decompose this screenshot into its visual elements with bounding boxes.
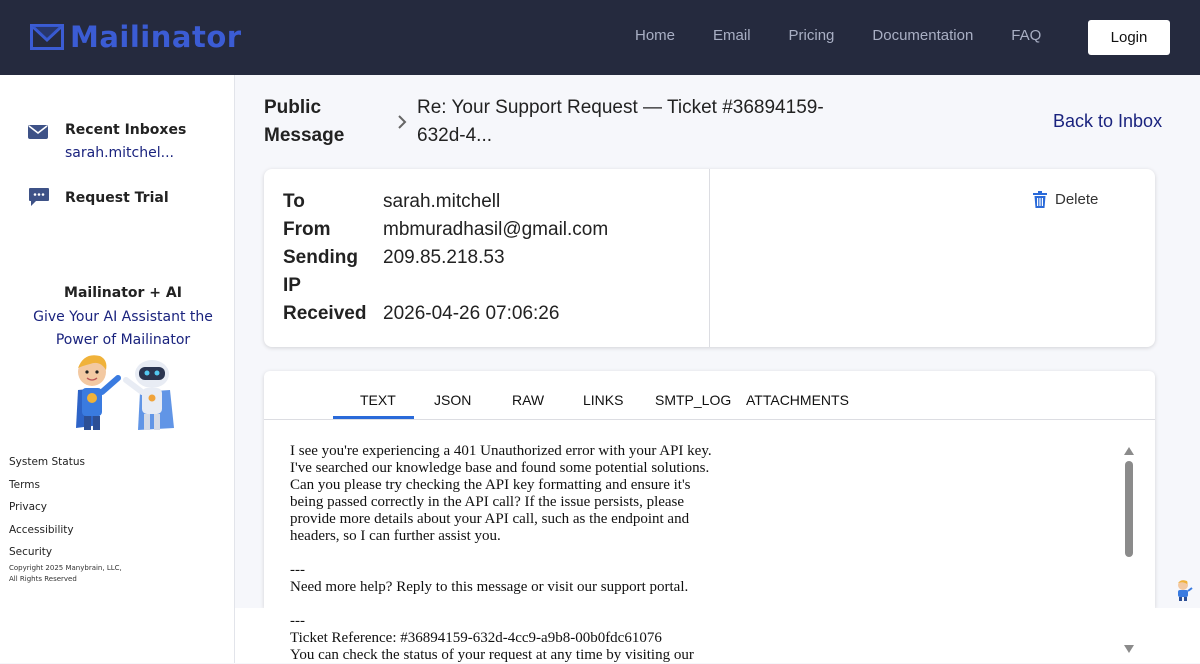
back-to-inbox-link[interactable]: Back to Inbox — [1053, 111, 1162, 132]
copyright-text: Copyright 2025 Manybrain, LLC, All Right… — [9, 563, 122, 585]
copyright-line-2: All Rights Reserved — [9, 574, 77, 583]
ai-promo: Mailinator + AI Give Your AI Assistant t… — [18, 285, 228, 352]
message-body: I see you're experiencing a 401 Unauthor… — [290, 443, 730, 664]
scroll-up-arrow-icon[interactable] — [1124, 447, 1134, 455]
subject-line-2: 632d-4... — [417, 125, 492, 146]
brand-name: Mailinator — [70, 20, 242, 54]
main-nav: Home Email Pricing Documentation FAQ — [616, 27, 1060, 44]
footer-system-status[interactable]: System Status — [9, 456, 122, 479]
meta-ip-value: 209.85.218.53 — [383, 247, 505, 268]
meta-received-row: Received 2026-04-26 07:06:26 — [283, 300, 608, 328]
scrollbar-thumb[interactable] — [1125, 461, 1133, 557]
active-tab-indicator — [333, 416, 414, 419]
nav-faq[interactable]: FAQ — [1011, 27, 1041, 44]
breadcrumb-line-2: Message — [264, 125, 345, 146]
meta-ip-label: Sending IP — [283, 244, 383, 300]
message-meta: To sarah.mitchell From mbmuradhasil@gmai… — [283, 188, 608, 328]
body-line: Can you please try checking the API key … — [290, 477, 691, 493]
nav-documentation[interactable]: Documentation — [872, 27, 973, 44]
body-line: You can check the status of your request… — [290, 647, 694, 663]
meta-received-value: 2026-04-26 07:06:26 — [383, 303, 560, 324]
body-line: I see you're experiencing a 401 Unauthor… — [290, 443, 712, 459]
ai-promo-title: Mailinator + AI — [64, 285, 182, 301]
delete-button[interactable]: Delete — [1033, 191, 1098, 208]
meta-ip-label-2: IP — [283, 275, 301, 296]
body-line: --- — [290, 562, 305, 578]
login-button[interactable]: Login — [1088, 20, 1170, 55]
body-blank — [290, 545, 730, 562]
message-meta-card: To sarah.mitchell From mbmuradhasil@gmai… — [264, 169, 1155, 347]
request-trial-label: Request Trial — [65, 190, 169, 206]
view-tabs: TEXT JSON RAW LINKS SMTP_LOG ATTACHMENTS — [264, 371, 1155, 420]
meta-ip-row: Sending IP 209.85.218.53 — [283, 244, 608, 300]
body-blank — [290, 596, 730, 613]
body-line: --- — [290, 613, 305, 629]
ai-promo-link[interactable]: Give Your AI Assistant the Power of Mail… — [18, 306, 228, 352]
meta-from-label: From — [283, 219, 331, 240]
trash-icon — [1033, 191, 1047, 208]
public-message-breadcrumb: Public Message — [264, 94, 344, 150]
meta-to-label: To — [283, 191, 305, 212]
body-line: I've searched our knowledge base and fou… — [290, 460, 710, 476]
breadcrumb-line-1: Public — [264, 97, 322, 118]
envelope-icon — [28, 125, 48, 139]
tab-text[interactable]: TEXT — [360, 392, 396, 408]
tab-links[interactable]: LINKS — [583, 392, 623, 408]
brand-logo[interactable]: Mailinator — [30, 20, 242, 54]
body-line: Need more help? Reply to this message or… — [290, 579, 689, 595]
recent-inboxes-label: Recent Inboxes — [65, 122, 187, 138]
body-line: being passed correctly in the API call? … — [290, 494, 685, 510]
help-mascot-icon[interactable] — [1173, 579, 1193, 601]
body-line: Ticket Reference: #36894159-632d-4cc9-a9… — [290, 630, 662, 646]
meta-from-value: mbmuradhasil@gmail.com — [383, 219, 609, 240]
body-line: provide more details about your API call… — [290, 511, 690, 527]
sidebar: Recent Inboxes sarah.mitchel... Request … — [0, 75, 235, 663]
tab-json[interactable]: JSON — [434, 392, 471, 408]
meta-to-value: sarah.mitchell — [383, 191, 501, 212]
subject-line-1: Re: Your Support Request — Ticket #36894… — [417, 97, 824, 118]
meta-divider — [709, 169, 710, 347]
top-navigation-bar: Mailinator Home Email Pricing Documentat… — [0, 0, 1200, 75]
meta-from-row: From mbmuradhasil@gmail.com — [283, 216, 608, 244]
meta-received-label: Received — [283, 303, 367, 324]
chat-bubble-icon — [29, 188, 49, 206]
recent-inbox-link[interactable]: sarah.mitchel... — [65, 145, 174, 161]
meta-to-row: To sarah.mitchell — [283, 188, 608, 216]
body-line: headers, so I can further assist you. — [290, 528, 501, 544]
delete-label: Delete — [1055, 191, 1099, 208]
footer-accessibility[interactable]: Accessibility — [9, 524, 122, 547]
chevron-right-icon — [398, 115, 407, 129]
footer-terms[interactable]: Terms — [9, 479, 122, 502]
nav-email[interactable]: Email — [713, 27, 751, 44]
ai-promo-line-1: Give Your AI Assistant the — [33, 309, 213, 325]
mascot-illustration — [76, 355, 174, 430]
tab-attachments[interactable]: ATTACHMENTS — [746, 392, 849, 408]
tab-raw[interactable]: RAW — [512, 392, 544, 408]
meta-ip-label-1: Sending — [283, 247, 358, 268]
nav-pricing[interactable]: Pricing — [789, 27, 835, 44]
nav-home[interactable]: Home — [635, 27, 675, 44]
tab-smtp-log[interactable]: SMTP_LOG — [655, 392, 731, 408]
footer-privacy[interactable]: Privacy — [9, 501, 122, 524]
ai-promo-line-2: Power of Mailinator — [55, 332, 191, 348]
copyright-line-1: Copyright 2025 Manybrain, LLC, — [9, 563, 122, 572]
message-subject: Re: Your Support Request — Ticket #36894… — [417, 94, 857, 150]
scroll-down-arrow-icon[interactable] — [1124, 645, 1134, 653]
sidebar-footer: System Status Terms Privacy Accessibilit… — [9, 456, 122, 585]
mail-logo-icon — [30, 24, 64, 50]
